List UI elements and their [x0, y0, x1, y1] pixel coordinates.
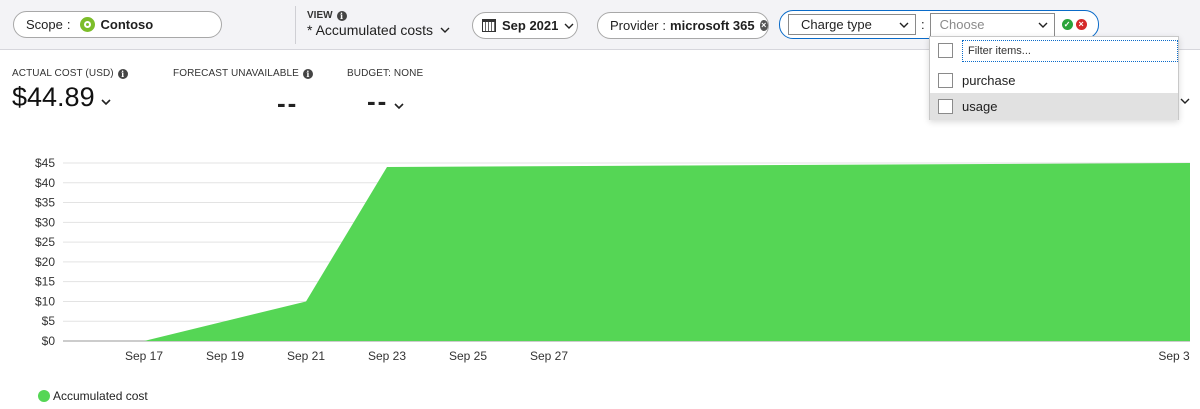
legend-swatch: [38, 390, 50, 402]
chart-legend[interactable]: Accumulated cost: [38, 389, 148, 403]
y-tick-label: $45: [35, 156, 55, 170]
y-tick-label: $35: [35, 196, 55, 210]
y-tick-label: $5: [42, 314, 56, 328]
dropdown-filter-row: [930, 37, 1178, 64]
chevron-down-icon: [564, 23, 574, 29]
charge-value-dropdown: purchase usage: [929, 36, 1179, 120]
actual-cost-amount: $44.89: [12, 82, 95, 112]
date-value: Sep 2021: [502, 18, 559, 33]
x-tick-label: Sep 3: [1158, 349, 1190, 363]
chevron-down-icon: [899, 22, 909, 28]
y-tick-label: $10: [35, 294, 55, 308]
actual-cost-label: ACTUAL COST (USD) i: [12, 68, 128, 79]
chevron-down-icon: [440, 27, 450, 33]
close-icon[interactable]: ×: [1075, 19, 1087, 30]
chevron-down-icon: [101, 99, 111, 106]
charge-value-select[interactable]: Choose: [929, 12, 1055, 37]
calendar-icon: [482, 19, 496, 32]
filter-items-input[interactable]: [962, 39, 1178, 62]
option-checkbox[interactable]: [938, 99, 953, 114]
date-range-picker[interactable]: Sep 2021: [472, 12, 578, 39]
budget-label: BUDGET: NONE: [347, 68, 423, 79]
view-name: * Accumulated costs: [307, 22, 434, 38]
option-checkbox[interactable]: [938, 73, 953, 88]
charge-value-placeholder: Choose: [939, 17, 985, 32]
x-tick-label: Sep 19: [206, 349, 244, 363]
x-tick-label: Sep 25: [449, 349, 487, 363]
forecast-value: --: [277, 88, 299, 118]
filter-separator: :: [921, 17, 925, 32]
accumulated-cost-area: [103, 163, 1190, 341]
view-label: VIEW i: [307, 10, 347, 21]
y-tick-label: $30: [35, 215, 55, 229]
budget-selector[interactable]: --: [367, 86, 404, 117]
select-all-checkbox[interactable]: [938, 43, 953, 58]
view-selector[interactable]: * Accumulated costs: [307, 22, 450, 38]
scope-selector[interactable]: Scope : Contoso: [13, 11, 222, 38]
charge-type-select[interactable]: Charge type: [788, 14, 916, 35]
actual-cost-label-text: ACTUAL COST (USD): [12, 68, 114, 79]
option-label: usage: [962, 99, 998, 114]
chevron-down-icon: [1038, 22, 1048, 28]
y-tick-label: $25: [35, 235, 55, 249]
dropdown-option[interactable]: purchase: [930, 67, 1178, 94]
provider-value: microsoft 365: [670, 18, 755, 33]
provider-filter-pill[interactable]: Provider : microsoft 365 ×: [597, 12, 769, 39]
dropdown-option[interactable]: usage: [930, 93, 1178, 120]
actual-cost-value[interactable]: $44.89: [12, 82, 111, 113]
x-tick-label: Sep 23: [368, 349, 406, 363]
x-tick-label: Sep 21: [287, 349, 325, 363]
accumulated-cost-chart: $0 $5 $10 $15 $20 $25 $30 $35 $40 $45 Sep 17 Sep 19…: [35, 156, 1190, 363]
budget-value: --: [367, 86, 389, 116]
info-icon[interactable]: i: [302, 68, 313, 79]
forecast-label: FORECAST UNAVAILABLE i: [173, 68, 313, 79]
option-label: purchase: [962, 73, 1016, 88]
forecast-label-text: FORECAST UNAVAILABLE: [173, 68, 299, 79]
chevron-down-icon: [394, 103, 404, 110]
budget-label-text: BUDGET: NONE: [347, 68, 424, 79]
y-tick-label: $20: [35, 255, 55, 269]
charge-type-value: Charge type: [801, 17, 872, 32]
x-tick-label: Sep 27: [530, 349, 568, 363]
scope-logo-icon: [79, 17, 95, 32]
legend-label: Accumulated cost: [53, 389, 148, 403]
chevron-down-icon[interactable]: [1180, 96, 1190, 106]
scope-value: Contoso: [100, 17, 154, 32]
provider-label: Provider: [610, 18, 659, 33]
scope-separator: :: [66, 17, 71, 32]
view-label-text: VIEW: [307, 10, 333, 21]
check-icon[interactable]: ✓: [1061, 19, 1073, 30]
provider-separator: :: [662, 18, 667, 33]
close-icon[interactable]: ×: [759, 20, 768, 31]
charge-type-filter: Charge type : Choose ✓ ×: [779, 10, 1099, 39]
info-icon[interactable]: i: [336, 10, 347, 21]
y-tick-label: $40: [35, 176, 55, 190]
scope-label: Scope: [26, 17, 63, 32]
info-icon[interactable]: i: [117, 68, 128, 79]
toolbar-divider: [295, 6, 296, 44]
x-tick-label: Sep 17: [125, 349, 163, 363]
y-tick-label: $0: [42, 334, 56, 348]
y-tick-label: $15: [35, 275, 55, 289]
